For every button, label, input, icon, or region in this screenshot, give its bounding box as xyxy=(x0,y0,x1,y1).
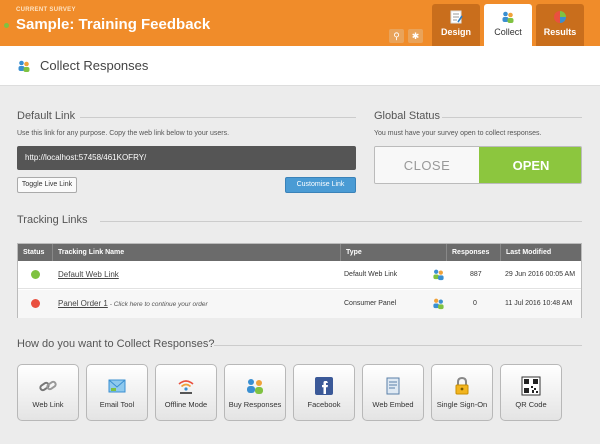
survey-header: CURRENT SURVEY Sample: Training Feedback… xyxy=(0,0,600,46)
page-title: Collect Responses xyxy=(40,58,149,73)
default-link-help: Use this link for any purpose. Copy the … xyxy=(17,130,230,137)
tracking-link-name-cell: Panel Order 1 - Click here to continue y… xyxy=(58,290,208,318)
tab-collect-label: Collect xyxy=(494,27,522,37)
facebook-label: Facebook xyxy=(307,400,341,409)
status-indicator xyxy=(31,270,40,279)
open-survey-button[interactable]: OPEN xyxy=(479,147,581,183)
column-header-status: Status xyxy=(23,249,45,256)
tab-results[interactable]: Results xyxy=(536,4,584,46)
table-row[interactable]: Default Web Link Default Web Link 887 29… xyxy=(18,261,581,289)
chain-link-icon xyxy=(39,380,57,392)
single-sign-on-label: Single Sign-On xyxy=(436,400,488,409)
divider xyxy=(442,117,582,118)
users-icon xyxy=(247,379,263,394)
single-sign-on-button[interactable]: Single Sign-On xyxy=(431,364,493,421)
tracking-link-name[interactable]: Default Web Link xyxy=(58,261,119,289)
divider xyxy=(214,345,582,346)
tracking-link-type: Default Web Link xyxy=(344,271,398,278)
table-row[interactable]: Panel Order 1 - Click here to continue y… xyxy=(18,290,581,318)
padlock-icon xyxy=(455,376,469,395)
web-link-label: Web Link xyxy=(32,400,64,409)
tab-collect[interactable]: Collect xyxy=(484,4,532,46)
buy-responses-button[interactable]: Buy Responses xyxy=(224,364,286,421)
facebook-icon xyxy=(315,377,333,395)
qr-code-label: QR Code xyxy=(515,400,547,409)
tab-results-label: Results xyxy=(543,27,577,37)
tab-design[interactable]: Design xyxy=(432,4,480,46)
buy-responses-label: Buy Responses xyxy=(228,400,282,409)
web-embed-button[interactable]: Web Embed xyxy=(362,364,424,421)
current-survey-label: CURRENT SURVEY xyxy=(16,7,76,13)
page-title-bar: Collect Responses xyxy=(0,46,600,86)
search-icon[interactable]: ⚲ xyxy=(389,29,404,43)
collect-methods-heading: How do you want to Collect Responses? xyxy=(17,338,215,350)
link-users-icon xyxy=(433,269,444,281)
tracking-link-modified: 29 Jun 2016 00:05 AM xyxy=(505,271,576,278)
panel-users-icon xyxy=(433,298,444,310)
wifi-icon xyxy=(178,380,194,394)
column-header-type: Type xyxy=(340,244,362,261)
global-status-heading: Global Status xyxy=(374,110,441,122)
offline-mode-label: Offline Mode xyxy=(164,400,208,409)
toggle-live-link-button[interactable]: Toggle Live Link xyxy=(17,177,77,193)
settings-icon[interactable]: ✱ xyxy=(408,29,423,43)
tracking-links-table: Status Tracking Link Name Type Responses… xyxy=(17,243,582,318)
table-header: Status Tracking Link Name Type Responses… xyxy=(18,244,581,261)
close-survey-button[interactable]: CLOSE xyxy=(375,147,479,183)
pie-chart-icon xyxy=(554,11,566,23)
facebook-button[interactable]: Facebook xyxy=(293,364,355,421)
tracking-links-heading: Tracking Links xyxy=(17,214,88,226)
default-link-heading: Default Link xyxy=(17,110,76,122)
default-link-url[interactable]: http://localhost:57458/461KOFRY/ xyxy=(17,146,356,170)
qr-code-button[interactable]: QR Code xyxy=(500,364,562,421)
tracking-link-modified: 11 Jul 2016 10:48 AM xyxy=(505,300,573,307)
users-icon xyxy=(18,60,30,72)
customise-link-button[interactable]: Customise Link xyxy=(285,177,356,193)
tracking-link-responses: 0 xyxy=(473,300,477,307)
offline-mode-button[interactable]: Offline Mode xyxy=(155,364,217,421)
envelope-icon xyxy=(108,379,126,393)
email-tool-button[interactable]: Email Tool xyxy=(86,364,148,421)
divider xyxy=(100,221,582,222)
tracking-link-name[interactable]: Panel Order 1 xyxy=(58,299,108,308)
global-status-help: You must have your survey open to collec… xyxy=(374,130,542,137)
users-icon xyxy=(502,11,514,23)
qr-code-icon xyxy=(521,376,541,396)
column-header-last-modified: Last Modified xyxy=(500,244,551,261)
web-link-button[interactable]: Web Link xyxy=(17,364,79,421)
embed-scroll-icon xyxy=(386,377,400,395)
status-indicator xyxy=(31,299,40,308)
column-header-name: Tracking Link Name xyxy=(52,244,124,261)
column-header-responses: Responses xyxy=(446,244,489,261)
survey-status-dot xyxy=(4,23,9,28)
global-status-toggle: CLOSE OPEN xyxy=(374,146,582,184)
survey-title[interactable]: Sample: Training Feedback xyxy=(16,16,210,33)
continue-order-hint[interactable]: - Click here to continue your order xyxy=(110,301,208,308)
tracking-link-type: Consumer Panel xyxy=(344,300,397,307)
email-tool-label: Email Tool xyxy=(99,400,135,409)
tab-design-label: Design xyxy=(440,27,471,37)
tracking-link-responses: 887 xyxy=(470,271,482,278)
divider xyxy=(80,117,356,118)
web-embed-label: Web Embed xyxy=(372,400,414,409)
design-icon xyxy=(450,10,463,24)
